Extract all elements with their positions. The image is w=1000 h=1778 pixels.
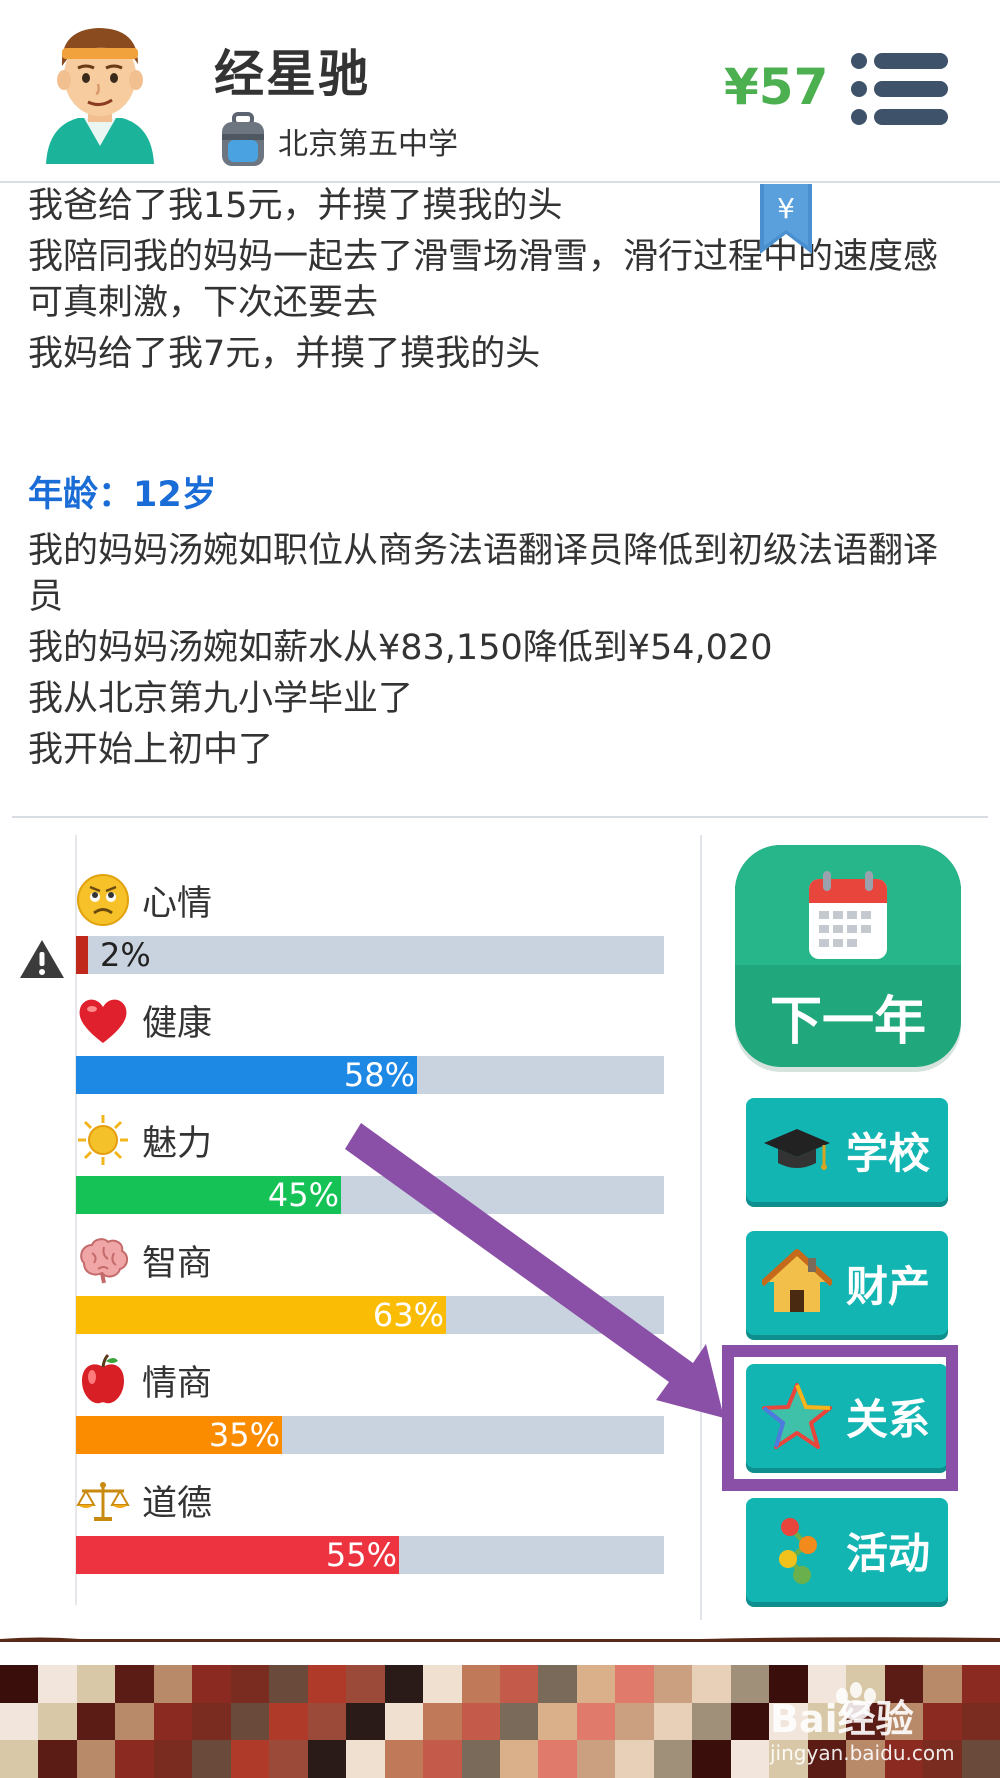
- activities-button[interactable]: 活动: [746, 1498, 948, 1602]
- log-divider: [12, 816, 988, 818]
- watermark-brand: Bai经验: [770, 1697, 914, 1741]
- stat-value: 2%: [100, 936, 151, 974]
- next-year-label: 下一年: [769, 992, 926, 1052]
- stat-health: 健康 58%: [76, 992, 664, 1094]
- school-button[interactable]: 学校: [746, 1098, 948, 1202]
- heart-icon: [79, 999, 127, 1043]
- bookmark-symbol: ¥: [777, 192, 795, 225]
- sun-icon: [78, 1115, 128, 1165]
- stat-label: 道德: [142, 1483, 213, 1524]
- scales-icon: [76, 1482, 130, 1521]
- stat-bar: 55%: [76, 1536, 664, 1574]
- banner-edge: [0, 1637, 1000, 1642]
- school-name: 北京第五中学: [278, 127, 458, 162]
- next-year-button[interactable]: 下一年: [735, 845, 961, 1067]
- stat-value: 58%: [343, 1056, 415, 1094]
- school-bag-icon: [222, 112, 264, 166]
- house-icon: [762, 1249, 832, 1312]
- activities-button-label: 活动: [846, 1528, 931, 1578]
- log-entry: 我爸给了我15元，并摸了摸我的头: [28, 186, 563, 226]
- stat-value: 63%: [372, 1296, 444, 1334]
- event-log: 我爸给了我15元，并摸了摸我的头 我陪同我的妈妈一起去了滑雪场滑雪，滑行过程中的…: [28, 183, 968, 778]
- log-entry: 我从北京第九小学毕业了: [28, 679, 414, 719]
- stat-value: 55%: [325, 1536, 397, 1574]
- brain-icon: [80, 1238, 128, 1284]
- age-header: 年龄：12岁: [28, 475, 217, 515]
- menu-icon[interactable]: [850, 52, 948, 126]
- school-button-label: 学校: [846, 1128, 931, 1178]
- stat-iq: 智商 63%: [76, 1232, 664, 1334]
- log-entry: 我的妈妈汤婉如职位从商务法语翻译员降低到初级法语翻译员: [28, 531, 939, 617]
- log-entry: 我的妈妈汤婉如薪水从¥83,150降低到¥54,020: [28, 628, 773, 668]
- school-row[interactable]: 北京第五中学: [218, 112, 458, 170]
- stat-value: 35%: [208, 1416, 280, 1454]
- stat-label: 心情: [142, 883, 213, 924]
- money-balance: ¥57: [724, 58, 829, 116]
- apple-icon: [82, 1353, 124, 1404]
- stat-label: 智商: [142, 1243, 213, 1284]
- watermark-url: jingyan.baidu.com: [769, 1741, 955, 1765]
- calendar-icon: [809, 871, 887, 959]
- highlight-box: [722, 1345, 958, 1491]
- stat-mood: 心情 2%: [76, 872, 664, 974]
- stat-bar: 35%: [76, 1416, 664, 1454]
- stat-eq: 情商 35%: [76, 1352, 664, 1454]
- stat-value: 45%: [267, 1176, 339, 1214]
- stat-label: 魅力: [142, 1123, 213, 1164]
- warning-icon: [20, 940, 64, 978]
- property-button-label: 财产: [846, 1261, 931, 1311]
- stat-bar: 2%: [76, 936, 664, 974]
- stat-morality: 道德 55%: [76, 1472, 664, 1574]
- log-entry: 我开始上初中了: [28, 730, 274, 770]
- graduation-cap-icon: [764, 1129, 830, 1170]
- stat-bar: 45%: [76, 1176, 664, 1214]
- header: 经星驰 北京第五中学 ¥57: [0, 0, 1000, 183]
- stat-bar-fill: [76, 936, 88, 974]
- stat-bar: 58%: [76, 1056, 664, 1094]
- stat-charm: 魅力 45%: [76, 1112, 664, 1214]
- property-button[interactable]: 财产: [746, 1231, 948, 1335]
- sad-face-icon: [77, 874, 129, 926]
- stat-label: 健康: [142, 1003, 213, 1044]
- activities-icon: [779, 1518, 817, 1584]
- log-entry: 我陪同我的妈妈一起去了滑雪场滑雪，滑行过程中的速度感可真刺激，下次还要去: [28, 237, 939, 323]
- log-entry: 我妈给了我7元，并摸了摸我的头: [28, 334, 541, 374]
- baidu-watermark: Bai经验 jingyan.baidu.com: [769, 1682, 955, 1765]
- avatar-icon[interactable]: [38, 14, 162, 164]
- bookmark-money-icon[interactable]: ¥: [760, 184, 812, 254]
- stat-label: 情商: [142, 1363, 213, 1404]
- stat-bar: 63%: [76, 1296, 664, 1334]
- player-name: 经星驰: [214, 45, 370, 103]
